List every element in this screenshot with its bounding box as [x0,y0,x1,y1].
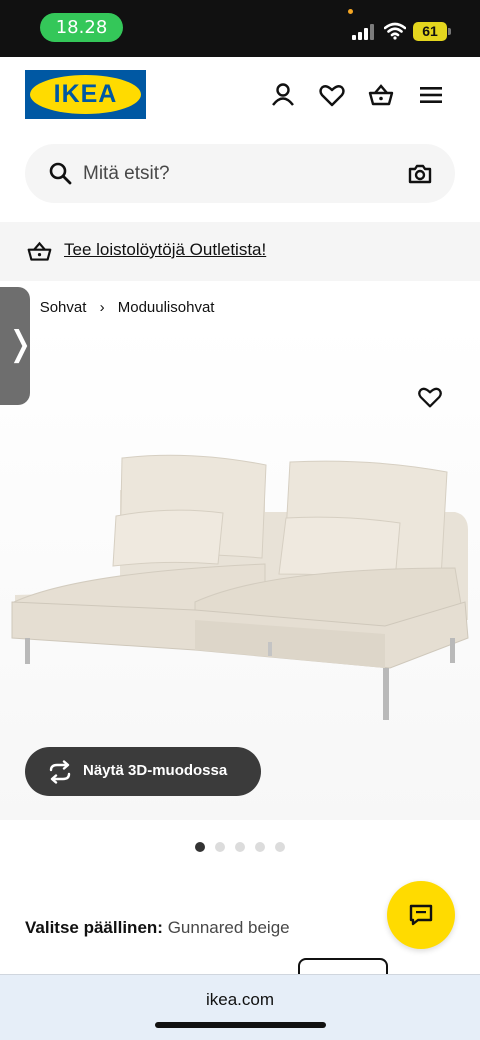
breadcrumb-separator: › [99,298,105,316]
chat-icon [409,904,433,926]
url-text: ikea.com [205,990,275,1009]
pagination-dot[interactable] [235,842,245,852]
privacy-indicator-dot [348,9,353,14]
search-icon [49,162,72,185]
browser-address-bar[interactable]: ikea.com [0,974,480,1040]
battery-tip [448,28,451,35]
favourite-product-icon[interactable] [416,383,444,411]
search-input[interactable] [83,154,383,194]
product-image[interactable] [0,320,480,820]
breadcrumb-item-moduulisohvat[interactable]: Moduulisohvat [118,299,215,316]
chat-button[interactable] [387,881,455,949]
cellular-signal-icon [352,24,376,40]
view-3d-label: Näytä 3D-muodossa [83,762,228,779]
side-drawer-tab[interactable]: ❭ [0,287,35,405]
cover-selection: Valitse päällinen: Gunnared beige [25,918,290,938]
camera-icon[interactable] [407,161,433,187]
cover-label: Valitse päällinen: [25,918,163,937]
pagination-dot[interactable] [255,842,265,852]
home-indicator[interactable] [155,1022,326,1028]
search-bar[interactable] [25,144,455,203]
breadcrumb-item-sohvat[interactable]: Sohvat [40,299,87,316]
view-3d-button[interactable]: Näytä 3D-muodossa [25,747,261,796]
rotate-3d-icon [49,760,71,784]
basket-icon [27,241,52,261]
cover-value: Gunnared beige [167,918,290,937]
status-bar: 18.28 61 [0,0,480,57]
status-time: 18.28 [40,13,123,42]
chevron-right-icon: ❭ [6,324,35,364]
pagination-dot[interactable] [215,842,225,852]
outlet-link[interactable]: Tee loistolöytöjä Outletista! [64,240,266,260]
outlet-banner: Tee loistolöytöjä Outletista! [0,222,480,281]
logo-text: IKEA [53,80,118,108]
pagination-dot[interactable] [275,842,285,852]
ikea-logo[interactable]: IKEA [25,70,146,119]
menu-icon[interactable] [416,80,446,110]
breadcrumb: .. › Sohvat › Moduulisohvat [0,298,214,318]
basket-icon[interactable] [366,80,396,110]
heart-icon[interactable] [317,80,347,110]
user-icon[interactable] [268,80,298,110]
pagination-dot[interactable] [195,842,205,852]
wifi-icon [384,22,406,40]
sofa-image [0,320,480,820]
battery-icon: 61 [413,22,447,41]
